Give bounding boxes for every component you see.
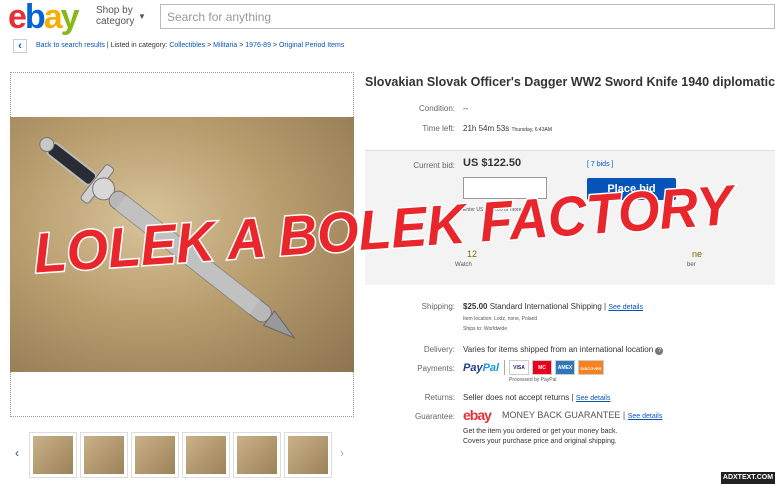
logo-letter-b: b — [24, 0, 46, 36]
shipping-method: Standard International Shipping | — [489, 302, 607, 311]
delivery-label: Delivery: — [423, 345, 455, 354]
guarantee-line-2: Covers your purchase price and original … — [463, 438, 617, 445]
breadcrumb-separator: > — [207, 42, 212, 49]
breadcrumb-separator: > — [239, 42, 244, 49]
logo-letter-a: a — [43, 0, 63, 36]
delivery-text: Varies for items shipped from an interna… — [463, 345, 654, 354]
thumbnail[interactable] — [29, 432, 77, 478]
mastercard-icon: MC — [532, 360, 552, 375]
listed-in-label: | Listed in category: — [106, 42, 168, 49]
paypal-logo: PayPal — [463, 362, 499, 374]
chevron-down-icon: ▼ — [138, 12, 146, 21]
visa-icon: VISA — [509, 360, 529, 375]
shop-by-label: Shop by — [96, 5, 133, 16]
info-icon[interactable]: ? — [655, 347, 664, 355]
hidden-count-right: ne — [692, 249, 703, 259]
listing-title: Slovakian Slovak Officer's Dagger WW2 Sw… — [365, 75, 775, 89]
guarantee-line-1: Get the item you ordered or get your mon… — [463, 428, 618, 435]
shipping-price: $25.00 — [463, 302, 488, 311]
time-left-label: Time left: — [422, 124, 455, 133]
search-input[interactable]: Search for anything — [160, 4, 775, 29]
divider — [504, 360, 505, 375]
condition-label: Condition: — [418, 104, 455, 113]
breadcrumb-item[interactable]: Collectibles — [169, 42, 205, 49]
guarantee-text: MONEY BACK GUARANTEE | — [502, 410, 626, 420]
category-label: category — [96, 16, 135, 27]
condition-value: -- — [463, 104, 469, 113]
shipping-see-details-link[interactable]: See details — [608, 304, 643, 311]
breadcrumb: Back to search results | Listed in categ… — [36, 42, 344, 49]
current-bid-label: Current bid: — [413, 161, 455, 170]
shipping-label: Shipping: — [421, 302, 455, 311]
hidden-label-right: ber — [687, 262, 696, 268]
payments-label: Payments: — [417, 364, 455, 373]
current-bid-value: US $122.50 — [463, 157, 522, 169]
delivery-value: Varies for items shipped from an interna… — [463, 345, 664, 355]
guarantee-see-details-link[interactable]: See details — [628, 413, 663, 420]
thumbnail[interactable] — [131, 432, 179, 478]
thumb-next-icon[interactable]: › — [340, 446, 344, 460]
item-location: Item location: Lodz, none, Poland — [463, 316, 538, 322]
returns-text: Seller does not accept returns | — [463, 393, 574, 402]
time-left-date: Thursday, 6:43AM — [511, 127, 552, 133]
thumbnail[interactable] — [80, 432, 128, 478]
bid-count-link[interactable]: [ 7 bids ] — [587, 161, 613, 168]
time-left-countdown: 21h 54m 53s — [463, 124, 510, 133]
guarantee-label: Guarantee: — [414, 412, 455, 421]
watch-label[interactable]: Watch — [455, 262, 472, 268]
money-back-guarantee: MONEY BACK GUARANTEE | See details — [502, 410, 662, 420]
back-to-search-link[interactable]: Back to search results — [36, 42, 105, 49]
thumb-prev-icon[interactable]: ‹ — [15, 446, 19, 460]
thumbnail[interactable] — [284, 432, 332, 478]
logo-letter-y: y — [60, 0, 80, 36]
shop-by-category-button[interactable]: Shop by category ▼ — [96, 5, 146, 27]
ebay-guarantee-logo: ebay — [463, 407, 492, 423]
breadcrumb-separator: > — [272, 42, 278, 49]
returns-see-details-link[interactable]: See details — [576, 395, 611, 402]
returns-value: Seller does not accept returns | See det… — [463, 393, 610, 402]
ebay-logo[interactable]: ebay — [8, 0, 80, 36]
breadcrumb-item[interactable]: Original Period Items — [279, 42, 344, 49]
adxtext-badge: ADXTEXT.COM — [721, 472, 775, 484]
breadcrumb-item[interactable]: 1976-89 — [245, 42, 271, 49]
returns-label: Returns: — [424, 393, 455, 402]
thumbnail[interactable] — [233, 432, 281, 478]
processed-by-paypal: Processed by PayPal — [509, 377, 557, 383]
logo-letter-e: e — [8, 0, 27, 36]
breadcrumb-item[interactable]: Militaria — [213, 42, 237, 49]
time-left-value: 21h 54m 53s Thursday, 6:43AM — [463, 124, 552, 133]
ebay-guarantee-brand: ebay — [463, 407, 492, 423]
back-arrow-icon[interactable]: ‹ — [13, 39, 27, 53]
discover-icon: DISCOVER — [578, 360, 604, 375]
ships-to: Ships to: Worldwide — [463, 326, 508, 332]
paypal-pal: Pal — [482, 362, 500, 374]
thumbnail[interactable] — [182, 432, 230, 478]
shipping-value: $25.00 Standard International Shipping |… — [463, 302, 643, 311]
paypal-pay: Pay — [463, 362, 483, 374]
amex-icon: AMEX — [555, 360, 575, 375]
